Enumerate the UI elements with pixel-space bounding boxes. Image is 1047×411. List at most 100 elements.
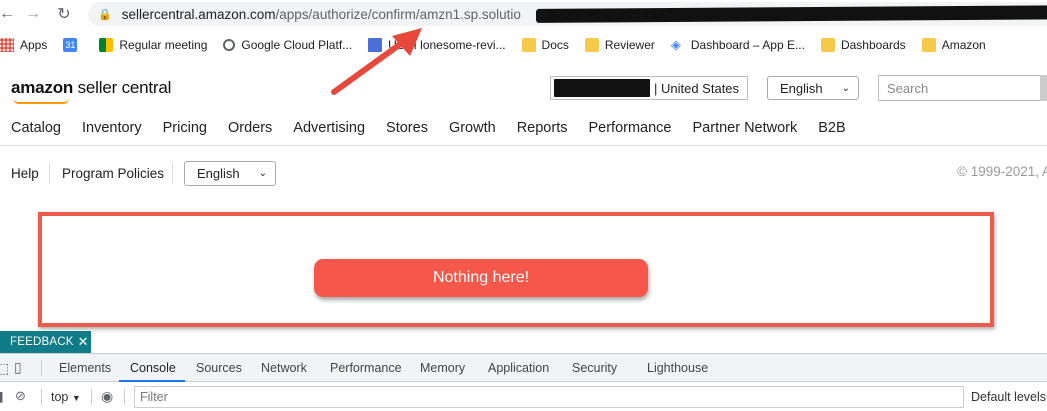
nav-growth[interactable]: Growth bbox=[449, 120, 496, 136]
bookmark-reviewer[interactable]: Reviewer bbox=[584, 38, 655, 52]
store-selector[interactable]: | United States bbox=[550, 76, 748, 100]
tab-console[interactable]: Console bbox=[130, 361, 176, 375]
chevron-down-icon: ⌄ bbox=[841, 82, 850, 94]
divider bbox=[91, 389, 92, 405]
app-engine-icon: ◈ bbox=[670, 37, 681, 52]
search-placeholder: Search bbox=[887, 80, 929, 96]
inspect-element-icon[interactable]: ⬚ bbox=[0, 360, 9, 377]
sidebar-toggle-icon[interactable]: ▮ bbox=[0, 388, 4, 405]
tab-elements[interactable]: Elements bbox=[59, 361, 111, 375]
folder-icon bbox=[584, 38, 599, 52]
folder-icon bbox=[921, 38, 936, 52]
nav-stores[interactable]: Stores bbox=[386, 120, 428, 136]
search-button[interactable] bbox=[1040, 75, 1047, 101]
tab-performance[interactable]: Performance bbox=[330, 361, 402, 375]
bookmarks-bar: Apps 31 Regular meeting Google Cloud Pla… bbox=[0, 31, 1047, 59]
active-tab-indicator bbox=[119, 380, 185, 382]
triangle-down-icon: ▼ bbox=[71, 393, 81, 403]
bookmark-label: USUI lonesome-revi... bbox=[388, 38, 506, 52]
nav-reports[interactable]: Reports bbox=[517, 120, 568, 136]
feedback-tab[interactable]: FEEDBACK ✕ bbox=[0, 331, 91, 353]
apps-grid-icon bbox=[0, 38, 14, 52]
bookmark-dashboards[interactable]: Dashboards bbox=[820, 38, 906, 52]
divider bbox=[49, 162, 50, 184]
back-arrow-icon[interactable]: ← bbox=[0, 3, 18, 25]
tab-memory[interactable]: Memory bbox=[420, 361, 465, 375]
bookmark-apps[interactable]: Apps bbox=[0, 38, 47, 52]
log-levels-dropdown[interactable]: Default levels bbox=[971, 390, 1046, 404]
seller-central-header: amazon seller central | United States En… bbox=[0, 65, 1047, 110]
bookmark-label: Reviewer bbox=[604, 38, 655, 52]
url-text: sellercentral.amazon.com/apps/authorize/… bbox=[121, 6, 521, 22]
context-selector[interactable]: top ▼ bbox=[51, 390, 81, 404]
tab-sources[interactable]: Sources bbox=[196, 361, 242, 375]
copyright-text: © 1999-2021, A bbox=[957, 164, 1047, 179]
address-bar[interactable]: 🔒 sellercentral.amazon.com/apps/authoriz… bbox=[88, 2, 1047, 26]
program-policies-link[interactable]: Program Policies bbox=[62, 166, 164, 181]
clear-console-icon[interactable]: ⊘ bbox=[15, 388, 26, 404]
language-value: English bbox=[197, 166, 240, 181]
help-link[interactable]: Help bbox=[11, 166, 39, 181]
lock-icon: 🔒 bbox=[98, 8, 112, 21]
language-select[interactable]: English ⌄ bbox=[184, 161, 276, 186]
device-toolbar-icon[interactable]: ▯ bbox=[14, 359, 22, 376]
calendar-icon: 31 bbox=[63, 38, 78, 52]
bookmark-regular-meeting[interactable]: Regular meeting bbox=[99, 38, 207, 52]
nav-partner-network[interactable]: Partner Network bbox=[693, 120, 798, 136]
language-value: English bbox=[780, 80, 823, 96]
eye-icon[interactable]: ◉ bbox=[101, 388, 113, 405]
logo-text: seller central bbox=[73, 78, 172, 97]
tab-network[interactable]: Network bbox=[261, 361, 307, 375]
google-cloud-icon bbox=[223, 39, 236, 51]
amazon-seller-central-logo[interactable]: amazon seller central bbox=[11, 78, 172, 104]
nav-catalog[interactable]: Catalog bbox=[11, 120, 61, 136]
divider bbox=[124, 389, 125, 405]
store-country: | United States bbox=[654, 80, 740, 96]
bookmark-label: Dashboard – App E... bbox=[690, 38, 805, 52]
search-input[interactable]: Search bbox=[878, 75, 1047, 101]
folder-icon bbox=[521, 38, 536, 52]
store-name-redaction bbox=[554, 79, 650, 97]
context-value: top bbox=[51, 390, 69, 404]
bookmark-dashboard-app-engine[interactable]: ◈ Dashboard – App E... bbox=[670, 37, 805, 53]
logo-text-bold: amazon bbox=[11, 78, 74, 97]
bookmark-docs[interactable]: Docs bbox=[521, 38, 569, 52]
bookmark-label: Google Cloud Platf... bbox=[241, 38, 353, 52]
usui-icon bbox=[368, 38, 383, 52]
nav-performance[interactable]: Performance bbox=[588, 120, 671, 136]
chevron-down-icon: ⌄ bbox=[258, 168, 267, 179]
nav-b2b[interactable]: B2B bbox=[818, 120, 845, 136]
bookmark-label: Regular meeting bbox=[119, 38, 208, 52]
divider bbox=[41, 389, 42, 405]
nav-orders[interactable]: Orders bbox=[228, 120, 272, 136]
tab-security[interactable]: Security bbox=[572, 361, 617, 375]
divider bbox=[41, 360, 42, 376]
bookmark-google-cloud[interactable]: Google Cloud Platf... bbox=[223, 38, 352, 52]
folder-icon bbox=[820, 38, 835, 52]
devtools-tab-bar: ⬚ ▯ Elements Console Sources Network Per… bbox=[0, 354, 1047, 382]
bookmark-label: Dashboards bbox=[840, 38, 906, 52]
bookmark-usui[interactable]: USUI lonesome-revi... bbox=[368, 38, 506, 52]
nav-advertising[interactable]: Advertising bbox=[293, 120, 365, 136]
amazon-smile-icon bbox=[13, 98, 69, 104]
tab-application[interactable]: Application bbox=[488, 361, 549, 375]
main-navigation: Catalog Inventory Pricing Orders Adverti… bbox=[0, 110, 1047, 146]
url-redaction bbox=[535, 5, 1047, 23]
nav-pricing[interactable]: Pricing bbox=[163, 120, 207, 136]
bookmark-label: Apps bbox=[20, 38, 48, 52]
language-select-header[interactable]: English ⌄ bbox=[767, 76, 859, 100]
nav-inventory[interactable]: Inventory bbox=[82, 120, 142, 136]
bookmark-calendar[interactable]: 31 bbox=[63, 38, 83, 52]
feedback-label: FEEDBACK bbox=[10, 336, 74, 348]
bookmark-amazon[interactable]: Amazon bbox=[921, 38, 986, 52]
close-icon[interactable]: ✕ bbox=[78, 334, 89, 350]
bookmark-label: Amazon bbox=[941, 38, 986, 52]
sub-header: Help Program Policies English ⌄ © 1999-2… bbox=[0, 147, 1047, 199]
filter-placeholder: Filter bbox=[140, 390, 168, 404]
tab-lighthouse[interactable]: Lighthouse bbox=[647, 361, 708, 375]
console-filter-input[interactable]: Filter bbox=[134, 386, 964, 408]
devtools-panel: ⬚ ▯ Elements Console Sources Network Per… bbox=[0, 353, 1047, 410]
console-toolbar: ▮ ⊘ top ▼ ◉ Filter Default levels bbox=[0, 383, 1047, 411]
reload-icon[interactable]: ↻ bbox=[53, 3, 75, 25]
forward-arrow-icon[interactable]: → bbox=[22, 3, 44, 25]
